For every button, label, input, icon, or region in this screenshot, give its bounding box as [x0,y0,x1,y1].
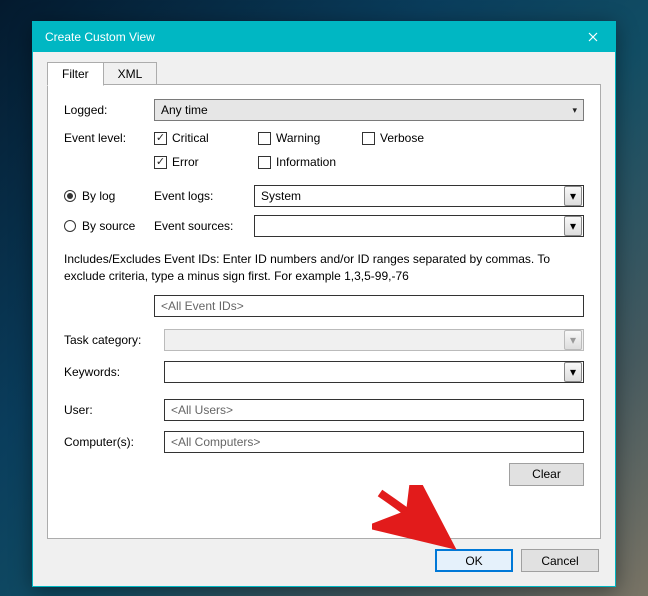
checkbox-icon [258,156,271,169]
filter-panel: Logged: Any time ▾ Event level: ✓ Critic… [47,85,601,539]
by-log-label: By log [82,189,115,203]
warning-label: Warning [276,131,320,145]
checkmark-icon: ✓ [154,156,167,169]
event-ids-input[interactable]: <All Event IDs> [154,295,584,317]
verbose-label: Verbose [380,131,424,145]
dropdown-arrow-icon: ▾ [564,216,582,236]
logged-combo[interactable]: Any time ▾ [154,99,584,121]
dialog-footer: OK Cancel [33,549,615,586]
radio-selected-icon [64,190,76,202]
tab-xml[interactable]: XML [103,62,158,85]
cancel-button[interactable]: Cancel [521,549,599,572]
clear-button[interactable]: Clear [509,463,584,486]
user-label: User: [64,403,164,417]
information-label: Information [276,155,336,169]
computers-value: <All Computers> [171,435,260,449]
logged-label: Logged: [64,103,154,117]
titlebar: Create Custom View [33,22,615,52]
user-input[interactable]: <All Users> [164,399,584,421]
warning-checkbox[interactable]: Warning [258,131,342,145]
tab-strip: Filter XML [33,52,615,85]
event-ids-help-text: Includes/Excludes Event IDs: Enter ID nu… [64,251,584,285]
close-button[interactable] [571,22,615,52]
event-ids-value: <All Event IDs> [161,299,244,313]
dropdown-arrow-icon: ▾ [564,362,582,382]
verbose-checkbox[interactable]: Verbose [362,131,446,145]
event-logs-value: System [261,189,564,203]
information-checkbox[interactable]: Information [258,155,342,169]
checkbox-icon [362,132,375,145]
critical-checkbox[interactable]: ✓ Critical [154,131,238,145]
error-label: Error [172,155,199,169]
task-category-label: Task category: [64,333,164,347]
checkmark-icon: ✓ [154,132,167,145]
close-icon [588,32,598,42]
logged-value: Any time [161,103,208,117]
radio-icon [64,220,76,232]
computers-label: Computer(s): [64,435,164,449]
computers-input[interactable]: <All Computers> [164,431,584,453]
event-logs-label: Event logs: [154,189,254,203]
checkbox-icon [258,132,271,145]
by-log-radio[interactable]: By log [64,189,154,203]
tab-filter[interactable]: Filter [47,62,104,86]
keywords-dropdown[interactable]: ▾ [164,361,584,383]
ok-button[interactable]: OK [435,549,513,572]
eventlevel-label: Event level: [64,131,154,145]
keywords-label: Keywords: [64,365,164,379]
event-logs-dropdown[interactable]: System ▾ [254,185,584,207]
dropdown-arrow-icon: ▾ [564,186,582,206]
event-sources-dropdown[interactable]: ▾ [254,215,584,237]
error-checkbox[interactable]: ✓ Error [154,155,238,169]
window-title: Create Custom View [45,30,571,44]
user-value: <All Users> [171,403,233,417]
create-custom-view-dialog: Create Custom View Filter XML Logged: An… [32,21,616,587]
by-source-radio[interactable]: By source [64,219,154,233]
chevron-down-icon: ▾ [572,105,577,116]
critical-label: Critical [172,131,209,145]
task-category-dropdown: ▾ [164,329,584,351]
by-source-label: By source [82,219,135,233]
dropdown-arrow-icon: ▾ [564,330,582,350]
event-sources-label: Event sources: [154,219,254,233]
